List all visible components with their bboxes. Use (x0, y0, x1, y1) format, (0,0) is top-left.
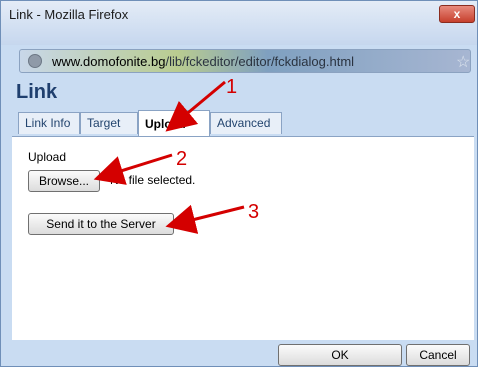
upload-panel (12, 136, 474, 340)
send-to-server-button[interactable]: Send it to the Server (28, 213, 174, 235)
tab-upload[interactable]: Upload (138, 110, 210, 136)
dialog-footer (12, 340, 474, 364)
cancel-button[interactable]: Cancel (406, 344, 470, 366)
file-status-text: No file selected. (110, 173, 196, 187)
tab-target[interactable]: Target (80, 112, 138, 134)
close-button[interactable]: x (439, 5, 475, 23)
window-title: Link - Mozilla Firefox (9, 7, 129, 22)
tab-advanced[interactable]: Advanced (210, 112, 282, 134)
tab-link-info[interactable]: Link Info (18, 112, 80, 134)
address-text: www.domofonite.bg/lib/fckeditor/editor/f… (52, 54, 354, 69)
title-bar: Link - Mozilla Firefox x (1, 1, 477, 45)
site-identity-icon[interactable] (28, 54, 42, 68)
bookmark-star-icon[interactable]: ☆ (456, 52, 470, 72)
browse-button[interactable]: Browse... (28, 170, 100, 192)
address-domain: www.domofonite.bg (52, 54, 166, 69)
upload-label: Upload (28, 150, 67, 164)
address-path: /lib/fckeditor/editor/fckdialog.html (165, 54, 355, 69)
ok-button[interactable]: OK (278, 344, 402, 366)
dialog-title: Link (16, 81, 58, 103)
address-bar[interactable]: www.domofonite.bg/lib/fckeditor/editor/f… (19, 49, 471, 73)
